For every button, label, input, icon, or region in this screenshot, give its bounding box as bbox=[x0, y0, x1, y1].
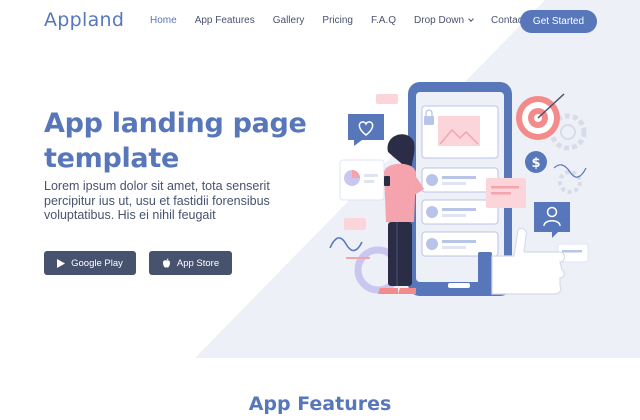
nav-item-faq[interactable]: F.A.Q bbox=[371, 15, 396, 26]
app-features-section-title: App Features bbox=[248, 393, 392, 415]
nav-item-pricing[interactable]: Pricing bbox=[322, 15, 353, 26]
chevron-down-icon bbox=[468, 16, 474, 22]
hero-illustration: $ bbox=[328, 80, 604, 302]
google-play-button[interactable]: Google Play bbox=[44, 251, 136, 275]
target-icon bbox=[516, 93, 565, 140]
hero-subtitle: Lorem ipsum dolor sit amet, tota senseri… bbox=[44, 179, 270, 222]
nav-item-home[interactable]: Home bbox=[150, 15, 177, 26]
get-started-button[interactable]: Get Started bbox=[520, 10, 597, 33]
image-icon bbox=[421, 105, 499, 159]
app-store-label: App Store bbox=[176, 257, 220, 269]
hero-title: App landing page template bbox=[44, 108, 307, 174]
heart-icon bbox=[348, 114, 384, 146]
apple-icon bbox=[162, 258, 171, 268]
logo[interactable]: Appland bbox=[44, 9, 124, 31]
dollar-icon: $ bbox=[525, 151, 547, 173]
play-icon bbox=[57, 258, 66, 268]
navbar: Appland Home App Features Gallery Pricin… bbox=[0, 0, 640, 44]
nav-item-gallery[interactable]: Gallery bbox=[273, 15, 305, 26]
nav-item-drop-down[interactable]: Drop Down bbox=[414, 15, 474, 26]
nav-item-app-features[interactable]: App Features bbox=[195, 15, 255, 26]
app-store-button[interactable]: App Store bbox=[149, 251, 232, 275]
user-icon bbox=[534, 202, 570, 238]
google-play-label: Google Play bbox=[71, 257, 123, 269]
svg-text:$: $ bbox=[531, 156, 540, 171]
main-nav: Home App Features Gallery Pricing F.A.Q … bbox=[150, 15, 544, 26]
nav-item-drop-down-label: Drop Down bbox=[414, 15, 465, 26]
